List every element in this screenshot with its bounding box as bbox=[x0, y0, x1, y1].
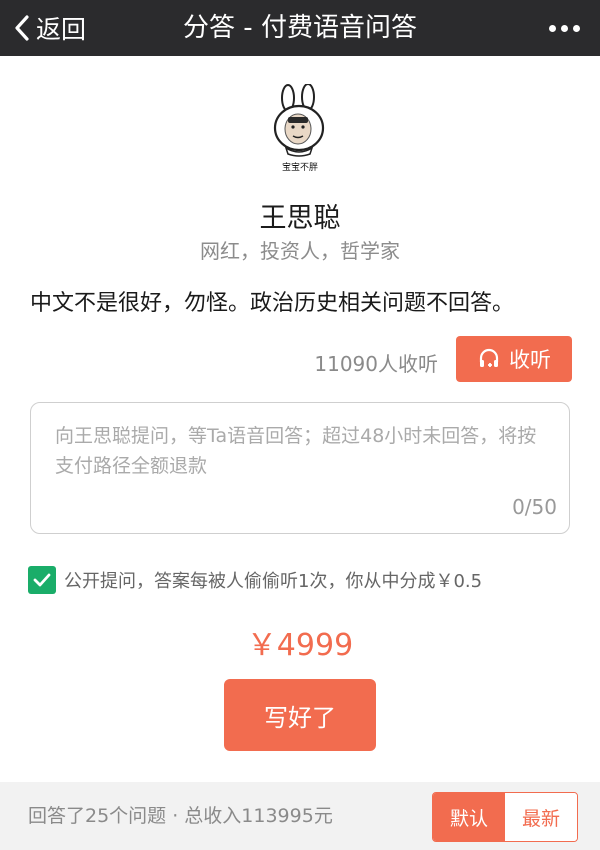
sort-default-button[interactable]: 默认 bbox=[433, 793, 505, 841]
char-counter: 0/50 bbox=[512, 495, 557, 519]
profile-intro: 中文不是很好，勿怪。政治历史相关问题不回答。 bbox=[30, 291, 515, 316]
listen-button[interactable]: 收听 bbox=[456, 336, 572, 382]
public-checkbox[interactable] bbox=[28, 566, 56, 594]
check-icon bbox=[33, 573, 51, 587]
footer: 回答了25个问题 · 总收入113995元 默认 最新 bbox=[0, 782, 600, 850]
navbar: 返回 分答 - 付费语音问答 bbox=[0, 0, 600, 56]
sort-toggle: 默认 最新 bbox=[432, 792, 578, 842]
question-box: 0/50 bbox=[30, 402, 570, 534]
headphone-plus-icon bbox=[479, 348, 499, 367]
price: ￥4999 bbox=[246, 628, 354, 663]
profile-name: 王思聪 bbox=[259, 203, 341, 234]
answer-stats: 回答了25个问题 · 总收入113995元 bbox=[28, 805, 333, 827]
sort-latest-button[interactable]: 最新 bbox=[505, 793, 577, 841]
public-option-row: 公开提问，答案每被人偷偷听1次，你从中分成￥0.5 bbox=[28, 566, 482, 594]
question-input[interactable] bbox=[55, 421, 545, 497]
more-dots-icon bbox=[560, 24, 568, 32]
svg-text:宝宝不胖: 宝宝不胖 bbox=[282, 161, 318, 173]
listener-count: 11090人收听 bbox=[314, 352, 438, 376]
page-title: 分答 - 付费语音问答 bbox=[183, 13, 417, 43]
submit-button[interactable]: 写好了 bbox=[224, 679, 376, 751]
public-option-label: 公开提问，答案每被人偷偷听1次，你从中分成￥0.5 bbox=[64, 571, 483, 592]
more-menu-button[interactable] bbox=[542, 0, 586, 56]
profile-tagline: 网红，投资人，哲学家 bbox=[200, 239, 400, 263]
listen-button-label: 收听 bbox=[509, 348, 551, 372]
more-dots-icon bbox=[572, 24, 580, 32]
avatar: 宝宝不胖 bbox=[266, 83, 334, 176]
more-dots-icon bbox=[548, 24, 556, 32]
bunny-avatar-icon: 宝宝不胖 bbox=[273, 83, 325, 173]
